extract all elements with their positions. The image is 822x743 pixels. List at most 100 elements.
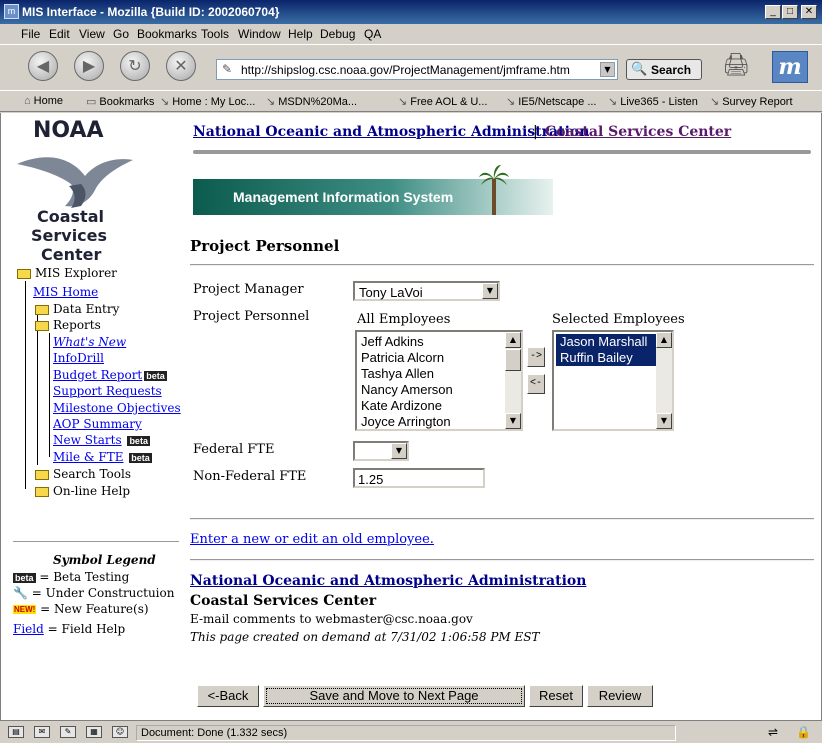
bookmark-msdn[interactable]: ↘ MSDN%20Ma... (266, 95, 357, 108)
list-item[interactable]: Tashya Allen (357, 366, 505, 382)
selected-employees-list[interactable]: Jason Marshall Ruffin Bailey ▲ ▼ (552, 330, 674, 431)
edit-employee-link[interactable]: Enter a new or edit an old employee. (190, 532, 434, 547)
field-help-link[interactable]: Field (13, 622, 44, 636)
federal-fte-select[interactable]: ▼ (353, 441, 409, 461)
scroll-up-icon[interactable]: ▲ (505, 332, 521, 348)
logo-services: Services (31, 226, 108, 245)
scrollbar[interactable]: ▲ ▼ (656, 332, 672, 429)
security-lock-icon: 🔒 (796, 725, 811, 739)
menu-edit[interactable]: Edit (49, 27, 70, 41)
menu-qa[interactable]: QA (364, 27, 381, 41)
bookmark-live365[interactable]: ↘ Live365 - Listen (608, 95, 698, 108)
bookmark-icon: ↘ (160, 96, 170, 108)
reload-icon[interactable]: ↻ (120, 51, 150, 81)
scroll-down-icon[interactable]: ▼ (505, 413, 521, 429)
header-separator: | (533, 124, 538, 140)
tree-mile-fte[interactable]: Mile & FTE beta (53, 450, 152, 464)
tree-budget-report[interactable]: Budget Report beta (53, 368, 167, 382)
list-item[interactable]: Jeff Adkins (357, 334, 505, 350)
bookmark-free-aol[interactable]: ↘ Free AOL & U... (398, 95, 487, 108)
menu-debug[interactable]: Debug (320, 27, 355, 41)
menu-help[interactable]: Help (288, 27, 313, 41)
menu-window[interactable]: Window (238, 27, 281, 41)
addressbook-icon[interactable]: ▦ (86, 726, 102, 738)
taskbar-icon[interactable]: ▤ (8, 726, 24, 738)
tree-support-requests[interactable]: Support Requests (53, 384, 162, 398)
folder-icon (35, 486, 49, 497)
url-bar[interactable]: ✎ http://shipslog.csc.noaa.gov/ProjectMa… (216, 59, 618, 80)
menu-view[interactable]: View (79, 27, 105, 41)
mozilla-logo-icon[interactable]: m (772, 51, 808, 83)
scroll-up-icon[interactable]: ▲ (656, 332, 672, 348)
footer-csc: Coastal Services Center (190, 593, 377, 609)
window-title: MIS Interface - Mozilla {Build ID: 20020… (22, 5, 280, 19)
bookmark-ie5-netscape[interactable]: ↘ IE5/Netscape ... (506, 95, 596, 108)
list-item[interactable]: Jason Marshall (556, 334, 656, 350)
chevron-down-icon[interactable]: ▼ (391, 443, 407, 459)
url-dropdown-icon[interactable]: ▼ (600, 62, 615, 77)
url-text: http://shipslog.csc.noaa.gov/ProjectMana… (241, 63, 570, 77)
back-button[interactable]: <-Back (197, 685, 259, 707)
tree-milestone-objectives[interactable]: Milestone Objectives (53, 401, 181, 415)
nonfederal-fte-input[interactable]: 1.25 (353, 468, 485, 488)
bookmark-bookmarks[interactable]: ▭ Bookmarks (86, 95, 154, 108)
bookmark-icon: ↘ (710, 96, 720, 108)
menu-tools[interactable]: Tools (201, 27, 229, 41)
tree-aop-summary[interactable]: AOP Summary (53, 417, 142, 431)
search-button[interactable]: 🔍 Search (626, 59, 702, 80)
tree-search-tools[interactable]: Search Tools (35, 467, 131, 481)
online-status-icon[interactable]: ⇌ (768, 725, 778, 739)
tree-reports[interactable]: Reports (35, 318, 101, 332)
back-arrow-icon[interactable]: ◀ (28, 51, 58, 81)
add-employee-button[interactable]: -> (527, 347, 545, 367)
nonfederal-fte-label: Non-Federal FTE (193, 469, 307, 484)
list-item[interactable]: Patricia Alcorn (357, 350, 505, 366)
list-item[interactable]: Ruffin Bailey (556, 350, 656, 366)
scroll-down-icon[interactable]: ▼ (656, 413, 672, 429)
chevron-down-icon[interactable]: ▼ (482, 283, 498, 299)
csc-header-link[interactable]: Coastal Services Center (545, 124, 731, 140)
close-button[interactable]: ✕ (801, 5, 817, 19)
bookmark-survey-report[interactable]: ↘ Survey Report (710, 95, 793, 108)
bookmark-home-my-loc[interactable]: ↘ Home : My Loc... (160, 95, 255, 108)
save-next-button[interactable]: Save and Move to Next Page (263, 685, 525, 707)
tree-online-help[interactable]: On-line Help (35, 484, 130, 498)
list-item[interactable]: Nancy Amerson (357, 382, 505, 398)
menu-file[interactable]: File (21, 27, 40, 41)
bookmark-home[interactable]: ⌂ Home (24, 95, 63, 107)
tree-infodrill[interactable]: InfoDrill (53, 351, 104, 365)
tree-whats-new[interactable]: What's New (53, 335, 126, 349)
mozilla-app-icon: m (4, 4, 19, 19)
remove-employee-button[interactable]: <- (527, 374, 545, 394)
menu-bookmarks[interactable]: Bookmarks (137, 27, 197, 41)
forward-arrow-icon[interactable]: ▶ (74, 51, 104, 81)
tree-new-starts[interactable]: New Starts beta (53, 433, 150, 447)
folder-icon (35, 304, 49, 315)
minimize-button[interactable]: _ (765, 5, 781, 19)
menu-go[interactable]: Go (113, 27, 129, 41)
list-item[interactable]: Joyce Arrington (357, 414, 505, 430)
maximize-button[interactable]: □ (782, 5, 798, 19)
irc-icon[interactable]: ☺ (112, 726, 128, 738)
mail-icon[interactable]: ✉ (34, 726, 50, 738)
divider (190, 559, 814, 561)
beta-badge: beta (127, 435, 150, 446)
project-manager-select[interactable]: Tony LaVoi ▼ (353, 281, 500, 301)
page-pin-icon: ✎ (222, 62, 233, 76)
scroll-thumb[interactable] (505, 349, 521, 371)
print-icon[interactable]: 🖨 (722, 53, 762, 83)
tree-mis-explorer[interactable]: MIS Explorer (17, 266, 117, 280)
all-employees-list[interactable]: Jeff Adkins Patricia Alcorn Tashya Allen… (355, 330, 523, 431)
reset-button[interactable]: Reset (529, 685, 583, 707)
stop-icon[interactable]: ✕ (166, 51, 196, 81)
scrollbar[interactable]: ▲ ▼ (505, 332, 521, 429)
noaa-footer-link[interactable]: National Oceanic and Atmospheric Adminis… (190, 573, 586, 589)
tree-mis-home[interactable]: MIS Home (33, 285, 98, 299)
list-item[interactable]: Kate Ardizone (357, 398, 505, 414)
tree-data-entry[interactable]: Data Entry (35, 302, 119, 316)
composer-icon[interactable]: ✎ (60, 726, 76, 738)
beta-badge: beta (129, 452, 152, 463)
header-rule (193, 150, 811, 154)
noaa-header-link[interactable]: National Oceanic and Atmospheric Adminis… (193, 124, 589, 140)
review-button[interactable]: Review (587, 685, 653, 707)
